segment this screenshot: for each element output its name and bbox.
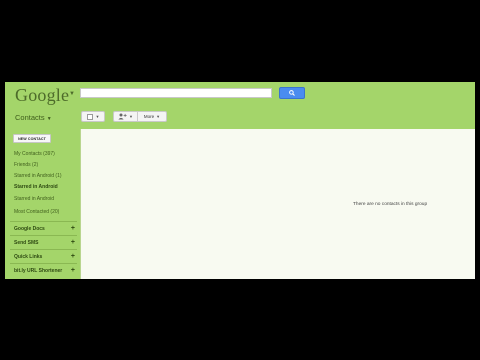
search-button[interactable] xyxy=(279,87,305,99)
gadget-google-docs[interactable]: Google Docs + xyxy=(14,225,75,232)
chevron-down-icon: ▼ xyxy=(46,116,52,122)
chevron-down-icon[interactable]: ▼ xyxy=(69,91,75,97)
expand-plus-icon[interactable]: + xyxy=(71,225,75,232)
checkbox-icon xyxy=(86,113,93,120)
search-input[interactable] xyxy=(80,88,272,98)
gadget-label: bit.ly URL Shortener xyxy=(14,268,63,274)
gadget-label: Send SMS xyxy=(14,240,39,246)
sidebar-item-starred-android-selected[interactable]: Starred in Android xyxy=(14,184,58,190)
more-button[interactable]: More ▼ xyxy=(138,111,167,122)
chevron-down-icon: ▼ xyxy=(129,113,133,119)
chevron-down-icon: ▼ xyxy=(156,113,161,119)
sidebar-item-starred-android-count[interactable]: Starred in Android (1) xyxy=(14,173,62,179)
gadget-quick-links[interactable]: Quick Links + xyxy=(14,253,75,260)
sidebar-item-my-contacts[interactable]: My Contacts (397) xyxy=(14,151,55,157)
contacts-title: Contacts xyxy=(15,113,45,122)
google-logo[interactable]: Google xyxy=(15,85,69,106)
expand-plus-icon[interactable]: + xyxy=(71,267,75,274)
divider xyxy=(10,221,77,222)
divider xyxy=(10,263,77,264)
new-contact-button[interactable]: NEW CONTACT xyxy=(13,134,51,143)
empty-group-message: There are no contacts in this group xyxy=(353,202,428,207)
expand-plus-icon[interactable]: + xyxy=(71,253,75,260)
divider xyxy=(10,235,77,236)
gadget-bitly-url-shortener[interactable]: bit.ly URL Shortener + xyxy=(14,267,75,274)
divider xyxy=(10,249,77,250)
chevron-down-icon: ▼ xyxy=(95,113,100,119)
gadget-label: Quick Links xyxy=(14,254,43,260)
select-checkbox-button[interactable]: ▼ xyxy=(81,111,105,122)
person-add-icon xyxy=(118,113,127,120)
more-label: More xyxy=(143,114,155,119)
gadget-label: Google Docs xyxy=(14,226,45,232)
search-icon xyxy=(289,90,295,96)
contacts-menu[interactable]: Contacts ▼ xyxy=(15,113,52,122)
sidebar-item-starred-android[interactable]: Starred in Android xyxy=(14,196,54,202)
expand-plus-icon[interactable]: + xyxy=(71,239,75,246)
sidebar-item-friends[interactable]: Friends (2) xyxy=(14,162,38,168)
contacts-list-panel: There are no contacts in this group xyxy=(80,129,475,279)
add-to-group-button[interactable]: ▼ xyxy=(113,111,138,122)
gadget-send-sms[interactable]: Send SMS + xyxy=(14,239,75,246)
sidebar-item-most-contacted[interactable]: Most Contacted (20) xyxy=(14,209,59,215)
app-window: Google ▼ Contacts ▼ ▼ ▼ More ▼ NEW CONTA… xyxy=(5,82,475,279)
